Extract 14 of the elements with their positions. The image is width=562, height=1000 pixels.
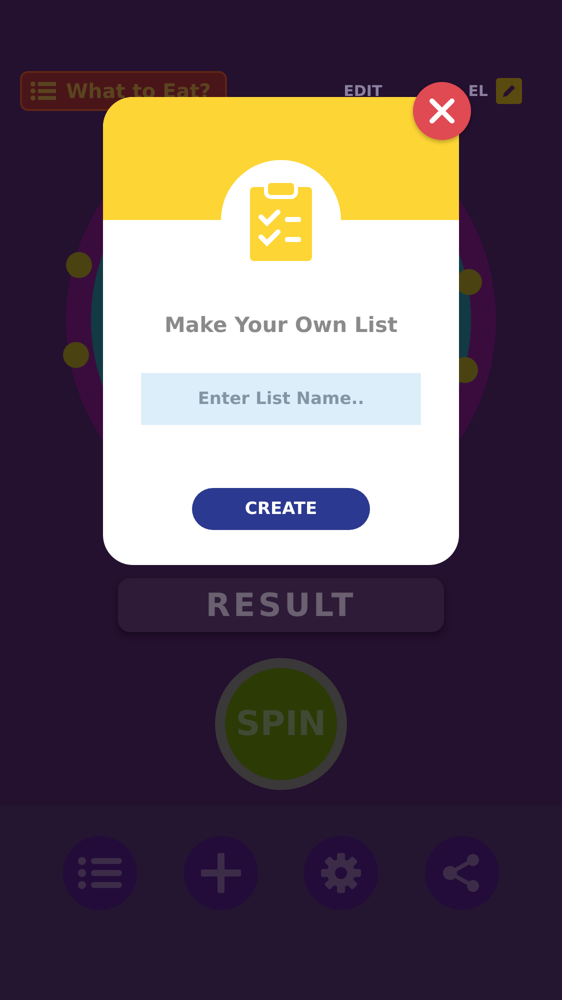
dialog-title: Make Your Own List (164, 313, 398, 337)
list-icon (78, 856, 122, 890)
edit-button[interactable] (496, 78, 522, 104)
pencil-icon (501, 83, 517, 99)
edit-label-text[interactable]: EL (468, 82, 488, 100)
list-icon (30, 81, 56, 101)
create-button[interactable]: CREATE (192, 488, 370, 530)
share-icon (442, 853, 482, 893)
result-display: RESULT (118, 578, 444, 632)
edit-label-text[interactable]: EDIT (344, 82, 382, 100)
close-icon (429, 98, 455, 124)
plus-icon (200, 853, 241, 893)
list-name-field[interactable]: Enter List Name.. (141, 373, 421, 425)
settings-icon (321, 853, 362, 893)
